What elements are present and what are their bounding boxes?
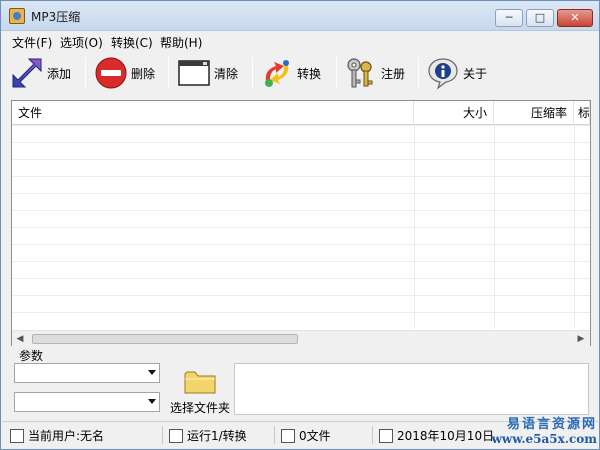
status-date: 2018年10月10日 [379, 426, 494, 446]
add-icon [10, 56, 44, 90]
register-button[interactable]: 注册 [344, 53, 405, 93]
window-title: MP3压缩 [31, 10, 81, 24]
app-icon [9, 8, 25, 24]
clear-button[interactable]: 清除 [177, 53, 238, 93]
watermark-title: 易语言资源网 [506, 417, 597, 432]
maximize-button[interactable]: □ [526, 9, 554, 27]
column-header-file[interactable]: 文件 [12, 101, 414, 125]
toolbar-separator [418, 57, 419, 89]
status-files: 0文件 [281, 426, 331, 446]
run-icon [169, 429, 183, 443]
status-running-text: 运行1/转换 [187, 429, 247, 443]
param-combo-1[interactable] [14, 363, 160, 383]
menu-bar: 文件(F) 选项(O) 转换(C) 帮助(H) [2, 32, 598, 50]
param-text-box[interactable] [234, 363, 589, 415]
grid-divider [574, 125, 575, 329]
grid-divider [494, 125, 495, 329]
delete-label: 删除 [131, 66, 156, 81]
user-icon [10, 429, 24, 443]
toolbar-separator [252, 57, 253, 89]
title-bar[interactable]: MP3压缩 ─ □ ✕ [1, 1, 599, 31]
status-separator [274, 426, 275, 444]
menu-file[interactable]: 文件(F) [12, 34, 52, 51]
toolbar-separator [336, 57, 337, 89]
convert-icon [260, 56, 294, 90]
toolbar-separator [168, 57, 169, 89]
status-current-user-text: 当前用户:无名 [28, 429, 105, 443]
watermark: 易语言资源网 www.e5a5x.com [487, 413, 597, 446]
add-label: 添加 [47, 66, 72, 81]
menu-options[interactable]: 选项(O) [60, 34, 103, 51]
scrollbar-thumb[interactable] [32, 334, 298, 344]
minimize-button[interactable]: ─ [495, 9, 523, 27]
menu-help[interactable]: 帮助(H) [160, 34, 202, 51]
param-combo-2[interactable] [14, 392, 160, 412]
table-grid [12, 125, 590, 329]
status-files-text: 0文件 [299, 429, 331, 443]
column-header-ratio[interactable]: 压缩率 [494, 101, 574, 125]
keys-icon [344, 56, 378, 90]
delete-button[interactable]: 删除 [94, 53, 155, 93]
column-header-size[interactable]: 大小 [414, 101, 494, 125]
status-current-user: 当前用户:无名 [10, 426, 104, 446]
calendar-icon [379, 429, 393, 443]
status-separator [372, 426, 373, 444]
folder-icon [184, 369, 216, 395]
convert-button[interactable]: 转换 [260, 53, 321, 93]
dropdown-arrow-icon[interactable] [148, 370, 156, 375]
delete-icon [94, 56, 128, 90]
toolbar-separator [85, 57, 86, 89]
convert-label: 转换 [297, 66, 322, 81]
status-running: 运行1/转换 [169, 426, 247, 446]
about-label: 关于 [463, 66, 488, 81]
grid-divider [414, 125, 415, 329]
column-header-tag[interactable]: 标 [574, 101, 590, 125]
register-label: 注册 [381, 66, 406, 81]
clear-window-icon [177, 56, 211, 90]
close-button[interactable]: ✕ [557, 9, 593, 27]
about-button[interactable]: 关于 [426, 53, 487, 93]
app-window: MP3压缩 ─ □ ✕ 文件(F) 选项(O) 转换(C) 帮助(H) 添加 删… [0, 0, 600, 450]
info-icon [426, 56, 460, 90]
status-separator [162, 426, 163, 444]
dropdown-arrow-icon[interactable] [148, 399, 156, 404]
scroll-left-icon[interactable]: ◀ [14, 333, 26, 345]
choose-folder-button[interactable]: 选择文件夹 [167, 369, 233, 415]
choose-folder-label: 选择文件夹 [169, 401, 230, 415]
status-date-text: 2018年10月10日 [397, 429, 495, 443]
clear-label: 清除 [214, 66, 239, 81]
watermark-url: www.e5a5x.com [491, 432, 597, 446]
table-header: 文件 大小 压缩率 标 [12, 101, 590, 125]
scroll-right-icon[interactable]: ▶ [575, 333, 587, 345]
menu-convert[interactable]: 转换(C) [111, 34, 153, 51]
file-icon [281, 429, 295, 443]
horizontal-scrollbar[interactable]: ◀ ▶ [12, 330, 590, 346]
params-label: 参数 [19, 349, 44, 363]
file-list[interactable]: 文件 大小 压缩率 标 ◀ ▶ [11, 100, 591, 346]
toolbar: 添加 删除 清除 转换 注册 关于 [2, 51, 598, 95]
add-button[interactable]: 添加 [10, 53, 71, 93]
